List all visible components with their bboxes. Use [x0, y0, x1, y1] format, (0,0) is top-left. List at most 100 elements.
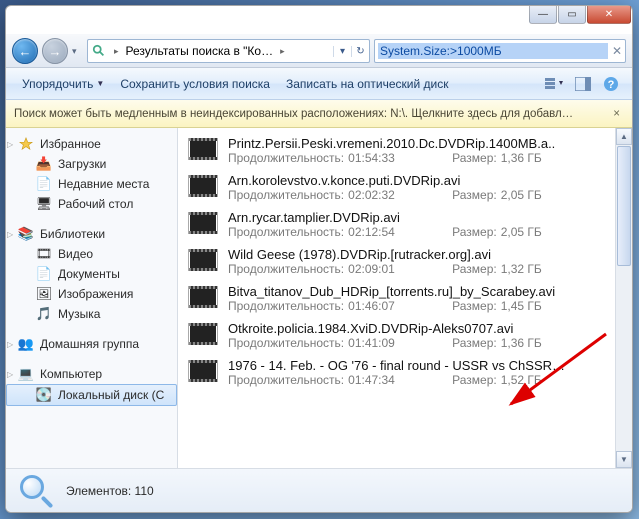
file-duration: 02:12:54 [348, 225, 412, 239]
info-close-icon[interactable]: × [609, 108, 624, 120]
file-duration: 01:47:34 [348, 373, 412, 387]
list-item[interactable]: Printz.Persii.Peski.vremeni.2010.Dc.DVDR… [180, 132, 613, 169]
search-location-icon [88, 44, 110, 58]
body: Избранное 📥Загрузки 📄Недавние места 🖥Раб… [6, 128, 632, 468]
info-text: Поиск может быть медленным в неиндексиро… [14, 108, 573, 120]
titlebar[interactable]: — ▭ ✕ [6, 6, 632, 34]
video-thumbnail-icon [188, 249, 218, 271]
chevron-right-icon[interactable]: ▸ [110, 46, 123, 57]
video-thumbnail-icon [188, 138, 218, 160]
pictures-icon: 🖼 [36, 286, 52, 302]
sidebar-favorites[interactable]: Избранное [6, 134, 177, 154]
file-name: Wild Geese (1978).DVDRip.[rutracker.org]… [228, 247, 605, 262]
breadcrumb-dropdown[interactable]: ▾ [333, 46, 351, 57]
homegroup-icon: 👥 [18, 336, 34, 352]
organize-button[interactable]: Упорядочить▼ [14, 73, 112, 95]
file-name: Printz.Persii.Peski.vremeni.2010.Dc.DVDR… [228, 136, 605, 151]
refresh-button[interactable]: ↻ [351, 46, 369, 57]
duration-label: Продолжительность: [228, 299, 344, 313]
sidebar-item-documents[interactable]: 📄Документы [6, 264, 177, 284]
close-button[interactable]: ✕ [587, 6, 631, 24]
sidebar-homegroup[interactable]: 👥 Домашняя группа [6, 334, 177, 354]
recent-icon: 📄 [36, 176, 52, 192]
toolbar: Упорядочить▼ Сохранить условия поиска За… [6, 68, 632, 100]
help-button[interactable]: ? [598, 73, 624, 95]
save-search-button[interactable]: Сохранить условия поиска [112, 73, 278, 95]
star-icon [18, 136, 34, 152]
preview-pane-button[interactable] [570, 73, 596, 95]
list-item[interactable]: Wild Geese (1978).DVDRip.[rutracker.org]… [180, 243, 613, 280]
file-duration: 02:09:01 [348, 262, 412, 276]
duration-label: Продолжительность: [228, 336, 344, 350]
sidebar: Избранное 📥Загрузки 📄Недавние места 🖥Раб… [6, 128, 178, 468]
disk-icon: 💽 [36, 387, 52, 403]
list-item[interactable]: Arn.korolevstvo.v.konce.puti.DVDRip.aviП… [180, 169, 613, 206]
computer-icon: 💻 [18, 366, 34, 382]
sidebar-item-music[interactable]: 🎵Музыка [6, 304, 177, 324]
scroll-down-button[interactable]: ▼ [616, 451, 632, 468]
search-input[interactable] [378, 43, 608, 59]
video-thumbnail-icon [188, 175, 218, 197]
sidebar-computer[interactable]: 💻 Компьютер [6, 364, 177, 384]
maximize-button[interactable]: ▭ [558, 6, 586, 24]
video-thumbnail-icon [188, 360, 218, 382]
info-bar[interactable]: Поиск может быть медленным в неиндексиро… [6, 100, 632, 128]
size-label: Размер: [452, 373, 497, 387]
duration-label: Продолжительность: [228, 188, 344, 202]
search-box[interactable]: ✕ [374, 39, 626, 63]
history-dropdown[interactable]: ▾ [72, 46, 83, 57]
video-icon: 🎞 [36, 246, 52, 262]
file-name: Otkroite.policia.1984.XviD.DVDRip-Aleks0… [228, 321, 605, 336]
chevron-right-icon[interactable]: ▸ [276, 46, 289, 57]
list-pane: Printz.Persii.Peski.vremeni.2010.Dc.DVDR… [178, 128, 615, 468]
sidebar-libraries[interactable]: 📚 Библиотеки [6, 224, 177, 244]
file-size: 1,36 ГБ [501, 336, 542, 350]
sidebar-item-local-disk[interactable]: 💽Локальный диск (С [6, 384, 177, 406]
forward-button[interactable]: → [42, 38, 68, 64]
downloads-icon: 📥 [36, 156, 52, 172]
scroll-up-button[interactable]: ▲ [616, 128, 632, 145]
elements-label: Элементов: [66, 484, 131, 498]
sidebar-item-desktop[interactable]: 🖥Рабочий стол [6, 194, 177, 214]
file-name: Bitva_titanov_Dub_HDRip_[torrents.ru]_by… [228, 284, 605, 299]
libraries-icon: 📚 [18, 226, 34, 242]
file-name: Arn.rycar.tamplier.DVDRip.avi [228, 210, 605, 225]
elements-count: 110 [135, 484, 154, 498]
file-name: Arn.korolevstvo.v.konce.puti.DVDRip.avi [228, 173, 605, 188]
scrollbar[interactable]: ▲ ▼ [615, 128, 632, 468]
file-size: 1,45 ГБ [501, 299, 542, 313]
file-size: 1,36 ГБ [501, 151, 542, 165]
view-options-button[interactable] [542, 73, 568, 95]
nav-bar: ← → ▾ ▸ Результаты поиска в "Ко… ▸ ▾ ↻ ✕ [6, 34, 632, 68]
file-duration: 01:46:07 [348, 299, 412, 313]
file-size: 1,32 ГБ [501, 262, 542, 276]
clear-search-icon[interactable]: ✕ [608, 44, 622, 58]
minimize-button[interactable]: — [529, 6, 557, 24]
status-bar: Элементов: 110 [6, 468, 632, 512]
size-label: Размер: [452, 188, 497, 202]
sidebar-item-pictures[interactable]: 🖼Изображения [6, 284, 177, 304]
video-thumbnail-icon [188, 323, 218, 345]
explorer-window: — ▭ ✕ ← → ▾ ▸ Результаты поиска в "Ко… ▸… [5, 5, 633, 513]
size-label: Размер: [452, 225, 497, 239]
list-item[interactable]: Otkroite.policia.1984.XviD.DVDRip-Aleks0… [180, 317, 613, 354]
duration-label: Продолжительность: [228, 225, 344, 239]
sidebar-item-downloads[interactable]: 📥Загрузки [6, 154, 177, 174]
sidebar-item-recent[interactable]: 📄Недавние места [6, 174, 177, 194]
list-item[interactable]: Arn.rycar.tamplier.DVDRip.aviПродолжител… [180, 206, 613, 243]
list-item[interactable]: Bitva_titanov_Dub_HDRip_[torrents.ru]_by… [180, 280, 613, 317]
duration-label: Продолжительность: [228, 373, 344, 387]
burn-button[interactable]: Записать на оптический диск [278, 73, 457, 95]
magnifier-icon [18, 473, 54, 509]
list-item[interactable]: 1976 - 14. Feb. - OG '76 - final round -… [180, 354, 613, 391]
breadcrumb-segment[interactable]: Результаты поиска в "Ко… [123, 44, 277, 58]
breadcrumb[interactable]: ▸ Результаты поиска в "Ко… ▸ ▾ ↻ [87, 39, 370, 63]
size-label: Размер: [452, 336, 497, 350]
file-duration: 02:02:32 [348, 188, 412, 202]
file-size: 1,52 ГБ [501, 373, 542, 387]
back-button[interactable]: ← [12, 38, 38, 64]
svg-text:?: ? [608, 79, 615, 91]
scroll-thumb[interactable] [617, 146, 631, 266]
sidebar-item-video[interactable]: 🎞Видео [6, 244, 177, 264]
size-label: Размер: [452, 299, 497, 313]
